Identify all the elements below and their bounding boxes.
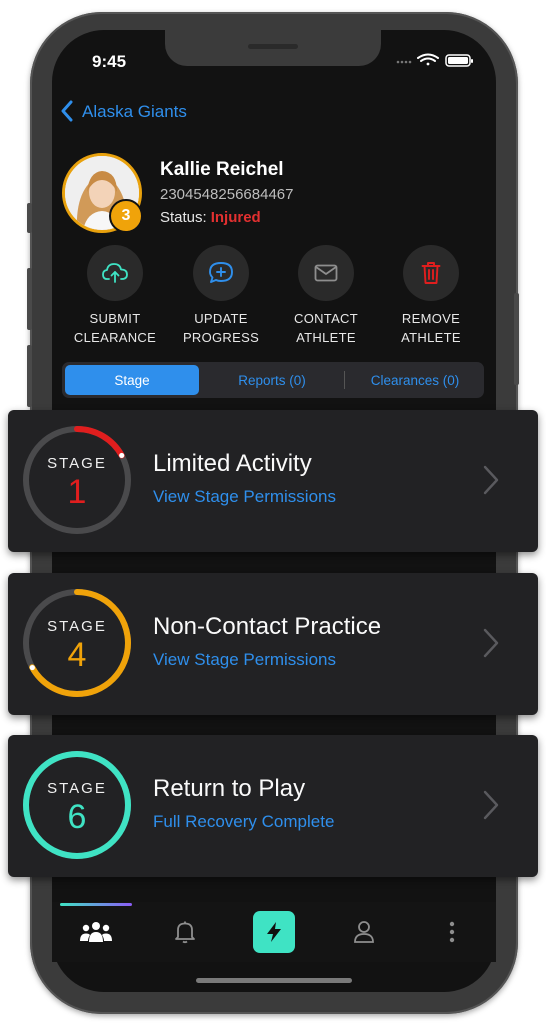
athlete-avatar[interactable]: 3 [62,153,143,233]
trash-icon [421,262,441,284]
active-tab-indicator [60,903,132,906]
signal-icon [396,60,412,64]
stage-badge: 3 [109,199,143,233]
status-icons [396,52,476,73]
tab-notifications[interactable] [165,912,205,952]
back-button[interactable]: Alaska Giants [60,100,187,123]
mail-icon [314,264,338,282]
speaker [248,44,298,49]
chevron-left-icon [60,100,74,123]
stage-label: STAGE [47,618,107,635]
tab-stage[interactable]: Stage [65,365,199,395]
segmented-tabs: Stage Reports (0) Clearances (0) [62,362,484,398]
tab-divider [344,371,345,389]
bell-icon [175,921,195,944]
chevron-right-icon [483,628,499,658]
wifi-icon [417,53,439,66]
stage-number: 1 [67,473,87,511]
stage-number: 6 [67,798,87,836]
stage-number: 4 [67,636,87,674]
stage-label: STAGE [47,455,107,472]
battery-icon [445,54,473,67]
tab-more[interactable] [432,912,472,952]
more-icon [449,921,455,943]
stage-permissions-link[interactable]: View Stage Permissions [153,650,336,670]
volume-down-button [27,345,32,407]
status-time: 9:45 [92,52,127,71]
tab-clearances[interactable]: Clearances (0) [348,365,482,395]
team-icon [80,922,112,942]
stage-status-text: Full Recovery Complete [153,812,335,831]
athlete-status: Status: Injured [160,209,261,226]
update-progress-button[interactable]: UPDATE PROGRESS [169,245,273,347]
stage-title: Limited Activity [153,450,312,477]
home-indicator [196,978,352,983]
tab-profile[interactable] [344,912,384,952]
chevron-right-icon [483,790,499,820]
profile-icon [354,921,374,943]
volume-up-button [27,268,32,330]
tab-activity[interactable] [253,911,295,953]
stage-title: Return to Play [153,775,306,802]
stage-card[interactable]: STAGE 4 Non-Contact Practice View Stage … [8,573,538,715]
bolt-icon [267,922,281,942]
chat-plus-icon [209,262,233,283]
stage-card[interactable]: STAGE 6 Return to Play Full Recovery Com… [8,735,538,877]
remove-athlete-button[interactable]: REMOVE ATHLETE [379,245,483,347]
tab-team[interactable] [76,912,116,952]
stage-label: STAGE [47,780,107,797]
mute-switch [27,203,32,233]
contact-athlete-button[interactable]: CONTACT ATHLETE [274,245,378,347]
cloud-upload-icon [102,263,128,283]
power-button [514,293,519,385]
stage-title: Non-Contact Practice [153,613,382,640]
stage-card[interactable]: STAGE 1 Limited Activity View Stage Perm… [8,410,538,552]
tab-reports[interactable]: Reports (0) [204,365,340,395]
chevron-right-icon [483,465,499,495]
stage-permissions-link[interactable]: View Stage Permissions [153,487,336,507]
athlete-id: 2304548256684467 [160,186,294,203]
status-label: Status: [160,209,207,226]
submit-clearance-button[interactable]: SUBMIT CLEARANCE [63,245,167,347]
back-label: Alaska Giants [82,101,187,121]
status-value: Injured [210,209,261,226]
athlete-name: Kallie Reichel [160,159,284,180]
